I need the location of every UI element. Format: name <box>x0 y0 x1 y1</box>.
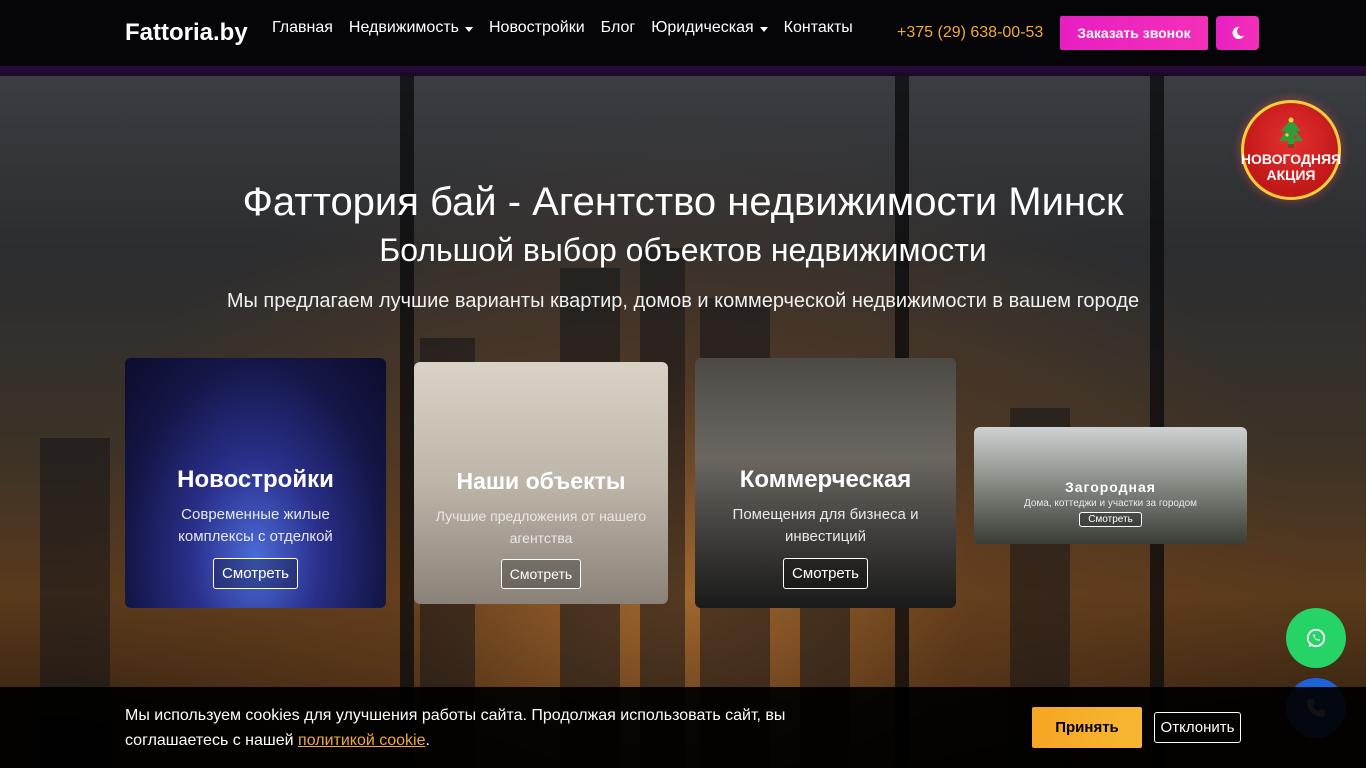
nav-item-label: Контакты <box>783 19 853 36</box>
nav-item-new-buildings[interactable]: Новостройки <box>489 19 585 37</box>
card-view-button[interactable]: Смотреть <box>213 558 298 589</box>
new-year-promo-badge[interactable]: НОВОГОДНЯЯ АКЦИЯ <box>1241 100 1341 200</box>
nav-item-label: Новостройки <box>488 19 585 36</box>
card-title: Загородная <box>1065 479 1156 495</box>
hero-subtitle: Большой выбор объектов недвижимости <box>379 232 987 268</box>
cookie-banner: Мы используем cookies для улучшения рабо… <box>0 687 1366 768</box>
caret-down-icon <box>464 26 473 32</box>
nav-item-label: Недвижимость <box>348 19 459 36</box>
nav-item-contacts[interactable]: Контакты <box>784 19 853 37</box>
nav-item-label: Главная <box>272 19 333 36</box>
navbar: Fattoria.by Главная Недвижимость Новостр… <box>0 0 1366 66</box>
moon-icon <box>1232 26 1244 40</box>
cookie-message: Мы используем cookies для улучшения рабо… <box>125 703 825 753</box>
hero-title: Фаттория бай - Агентство недвижимости Ми… <box>242 180 1124 224</box>
cookie-text-end: . <box>425 732 430 749</box>
hero-section: Фаттория бай - Агентство недвижимости Ми… <box>0 76 1366 768</box>
category-card-new-buildings[interactable]: Новостройки Современные жилые комплексы … <box>125 358 386 608</box>
card-description: Помещения для бизнеса и инвестиций <box>732 506 919 545</box>
decline-cookies-button[interactable]: Отклонить <box>1154 712 1241 743</box>
phone-link[interactable]: +375 (29) 638-00-53 <box>897 24 1043 42</box>
card-title: Наши объекты <box>456 468 626 494</box>
card-description: Лучшие предложения от нашего агентства <box>435 508 647 546</box>
caret-down-icon <box>759 26 768 32</box>
whatsapp-icon <box>1306 628 1326 648</box>
card-view-button[interactable]: Смотреть <box>783 558 868 589</box>
category-card-our-objects[interactable]: Наши объекты Лучшие предложения от нашег… <box>414 362 668 604</box>
category-card-country[interactable]: Загородная Дома, коттеджи и участки за г… <box>974 427 1247 544</box>
card-description: Дома, коттеджи и участки за городом <box>1023 498 1198 509</box>
christmas-tree-icon <box>1279 117 1303 148</box>
card-view-button[interactable]: Смотреть <box>500 559 582 589</box>
card-description: Современные жилые комплексы с отделкой <box>178 506 333 545</box>
nav-item-label: Юридическая <box>651 19 754 36</box>
cookie-text: Мы используем cookies для улучшения рабо… <box>125 707 786 749</box>
card-title: Коммерческая <box>739 466 912 493</box>
promo-line-1: НОВОГОДНЯЯ <box>1240 151 1342 167</box>
brand-logo[interactable]: Fattoria.by <box>125 19 248 47</box>
nav-item-blog[interactable]: Блог <box>601 19 636 37</box>
accept-cookies-button[interactable]: Принять <box>1032 707 1142 748</box>
card-title: Новостройки <box>177 466 334 493</box>
navbar-glow <box>0 66 1366 76</box>
promo-line-2: АКЦИЯ <box>1266 167 1316 183</box>
nav-item-home[interactable]: Главная <box>272 19 333 37</box>
nav-item-realty[interactable]: Недвижимость <box>349 19 473 37</box>
cookie-policy-link[interactable]: политикой cookie <box>298 732 425 749</box>
nav-item-legal[interactable]: Юридическая <box>651 19 768 37</box>
category-card-commercial[interactable]: Коммерческая Помещения для бизнеса и инв… <box>695 358 956 608</box>
theme-toggle-button[interactable] <box>1216 16 1259 50</box>
nav-item-label: Блог <box>600 19 636 36</box>
order-call-button[interactable]: Заказать звонок <box>1060 16 1208 50</box>
nav-menu: Главная Недвижимость Новостройки Блог Юр… <box>272 19 853 37</box>
whatsapp-button[interactable] <box>1286 608 1346 668</box>
hero-description: Мы предлагаем лучшие варианты квартир, д… <box>226 290 1140 312</box>
card-view-button[interactable]: Смотреть <box>1079 512 1142 527</box>
